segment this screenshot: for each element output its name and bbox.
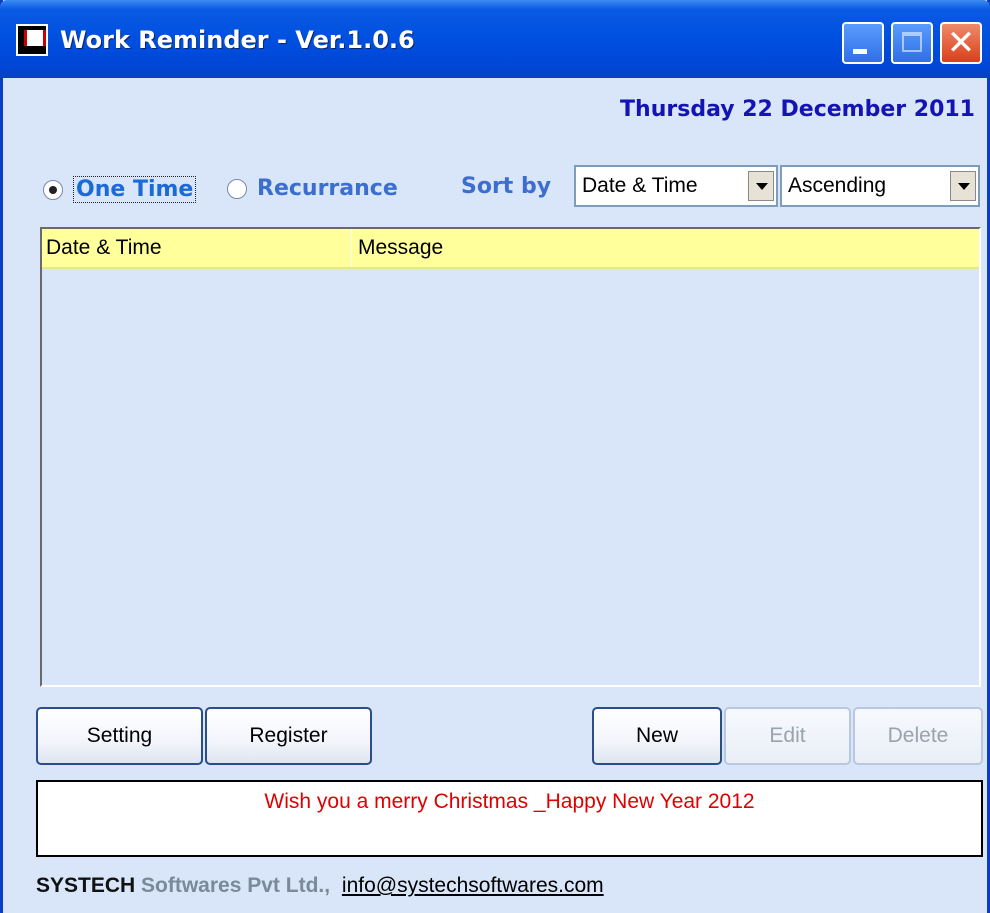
column-header-date-time[interactable]: Date & Time bbox=[42, 229, 352, 267]
minimize-icon bbox=[853, 49, 867, 54]
setting-button[interactable]: Setting bbox=[36, 707, 203, 765]
email-link[interactable]: info@systechsoftwares.com bbox=[342, 874, 604, 897]
company-name-bold: SYSTECH bbox=[36, 874, 136, 897]
new-label: New bbox=[635, 724, 678, 747]
sort-by-label: Sort by bbox=[461, 174, 552, 199]
chevron-down-icon[interactable] bbox=[748, 171, 774, 201]
main-window: Work Reminder - Ver.1.0.6 ✕ Thursday 22 … bbox=[0, 0, 990, 913]
sort-field-value: Date & Time bbox=[582, 174, 698, 197]
sort-order-select[interactable]: Ascending bbox=[780, 165, 980, 207]
close-button[interactable]: ✕ bbox=[940, 22, 982, 64]
edit-button[interactable]: Edit bbox=[724, 707, 851, 765]
delete-button[interactable]: Delete bbox=[853, 707, 983, 765]
sort-field-select[interactable]: Date & Time bbox=[574, 165, 778, 207]
minimize-button[interactable] bbox=[842, 22, 884, 64]
app-icon[interactable] bbox=[16, 24, 48, 56]
reminder-list[interactable]: Date & Time Message bbox=[40, 227, 981, 687]
edit-label: Edit bbox=[769, 724, 806, 747]
maximize-icon bbox=[902, 32, 922, 52]
current-date: Thursday 22 December 2011 bbox=[620, 97, 975, 122]
radio-checked-icon[interactable] bbox=[43, 179, 63, 200]
close-icon: ✕ bbox=[946, 23, 976, 63]
title-bar[interactable]: Work Reminder - Ver.1.0.6 ✕ bbox=[0, 0, 990, 78]
new-button[interactable]: New bbox=[592, 707, 722, 765]
register-button[interactable]: Register bbox=[205, 707, 372, 765]
maximize-button[interactable] bbox=[891, 22, 933, 64]
recurrance-radio[interactable]: Recurrance bbox=[227, 176, 398, 201]
window-title: Work Reminder - Ver.1.0.6 bbox=[60, 26, 415, 54]
message-box: Wish you a merry Christmas _Happy New Ye… bbox=[36, 780, 983, 857]
delete-label: Delete bbox=[887, 724, 949, 747]
one-time-radio[interactable]: One Time bbox=[43, 176, 197, 203]
company-name-rest: Softwares Pvt Ltd., bbox=[141, 874, 331, 897]
sort-order-value: Ascending bbox=[788, 174, 887, 197]
greeting-message: Wish you a merry Christmas _Happy New Ye… bbox=[264, 790, 755, 813]
one-time-label[interactable]: One Time bbox=[73, 176, 197, 203]
recurrance-label[interactable]: Recurrance bbox=[257, 176, 398, 201]
radio-unchecked-icon[interactable] bbox=[227, 178, 247, 199]
setting-label: Setting bbox=[86, 724, 153, 747]
footer: SYSTECH Softwares Pvt Ltd., info@systech… bbox=[36, 874, 604, 898]
chevron-down-icon[interactable] bbox=[950, 171, 976, 201]
list-header: Date & Time Message bbox=[42, 229, 979, 269]
register-label: Register bbox=[249, 724, 328, 747]
column-header-message[interactable]: Message bbox=[353, 229, 953, 267]
